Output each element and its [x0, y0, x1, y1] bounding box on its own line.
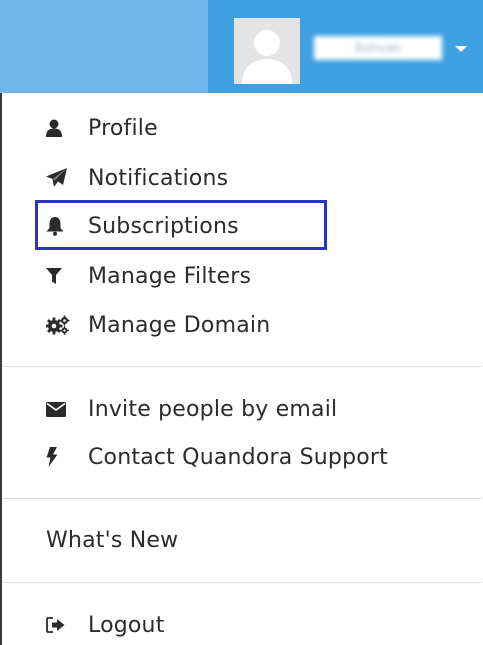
menu-item-label: Manage Filters: [88, 263, 252, 289]
menu-item-notifications[interactable]: Notifications: [46, 158, 228, 198]
menu-divider: [2, 582, 482, 583]
envelope-icon: [46, 398, 76, 420]
menu-divider: [2, 366, 482, 367]
user-silhouette-icon: [234, 18, 300, 84]
bolt-icon: [46, 446, 76, 468]
paper-plane-icon: [46, 167, 76, 189]
caret-down-icon[interactable]: [455, 46, 467, 52]
sign-out-icon: [46, 614, 76, 636]
username: Bohuan: [314, 36, 442, 60]
filter-icon: [46, 265, 76, 287]
menu-item-label: Logout: [88, 612, 165, 638]
menu-item-whats-new[interactable]: What's New: [46, 520, 178, 560]
menu-item-label: Contact Quandora Support: [88, 444, 388, 470]
menu-item-label: Profile: [88, 115, 158, 141]
top-bar: Bohuan: [0, 0, 483, 93]
gears-icon: [46, 314, 76, 336]
user-menu-toggle[interactable]: Bohuan: [208, 0, 483, 93]
menu-item-invite-people[interactable]: Invite people by email: [46, 389, 337, 429]
menu-item-contact-support[interactable]: Contact Quandora Support: [46, 437, 388, 477]
bell-icon: [46, 215, 76, 237]
menu-divider: [2, 498, 482, 499]
user-icon: [46, 117, 76, 139]
menu-item-label: What's New: [46, 527, 179, 553]
menu-item-label: Notifications: [88, 165, 229, 191]
menu-item-label: Manage Domain: [88, 312, 271, 338]
menu-item-profile[interactable]: Profile: [46, 108, 158, 148]
menu-item-label: Subscriptions: [88, 213, 239, 239]
menu-item-manage-filters[interactable]: Manage Filters: [46, 256, 251, 296]
menu-item-label: Invite people by email: [88, 396, 338, 422]
menu-item-logout[interactable]: Logout: [46, 605, 165, 645]
menu-item-subscriptions[interactable]: Subscriptions: [46, 206, 239, 246]
menu-item-manage-domain[interactable]: Manage Domain: [46, 305, 270, 345]
